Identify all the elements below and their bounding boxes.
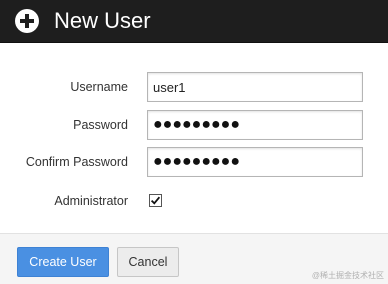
administrator-checkbox[interactable]	[149, 194, 162, 207]
dialog-footer: Create User Cancel @稀土掘金技术社区	[0, 233, 388, 284]
username-row: Username	[0, 72, 388, 102]
username-field[interactable]	[147, 72, 363, 102]
new-user-dialog: New User Username Password Confirm Passw…	[0, 0, 388, 284]
checkmark-icon	[150, 196, 161, 205]
cancel-button[interactable]: Cancel	[117, 247, 179, 277]
create-user-button[interactable]: Create User	[17, 247, 109, 277]
password-field[interactable]	[147, 110, 363, 140]
confirm-password-label: Confirm Password	[25, 155, 128, 169]
dialog-titlebar: New User	[0, 0, 388, 43]
password-label: Password	[73, 118, 128, 132]
password-row: Password	[0, 110, 388, 140]
watermark-text: @稀土掘金技术社区	[311, 271, 384, 280]
confirm-password-row: Confirm Password	[0, 147, 388, 177]
username-label: Username	[70, 80, 128, 94]
plus-circle-icon	[15, 9, 39, 33]
dialog-title: New User	[54, 8, 151, 33]
administrator-row: Administrator	[0, 186, 388, 216]
administrator-label: Administrator	[54, 194, 128, 208]
confirm-password-field[interactable]	[147, 147, 363, 177]
